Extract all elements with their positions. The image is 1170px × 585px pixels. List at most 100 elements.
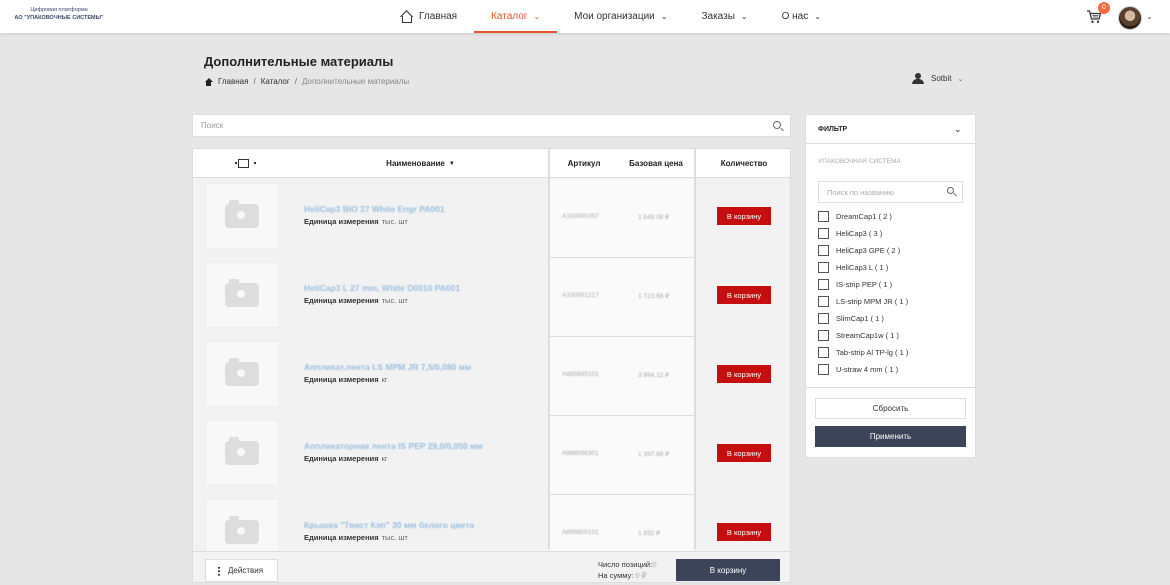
product-name-link[interactable]: Аппликаторная лента IS PEP 29,0/0,050 мм [304,441,483,451]
add-to-cart-button[interactable]: В корзину [717,444,771,462]
product-image[interactable] [205,183,279,249]
product-image[interactable] [205,262,279,328]
user-name: Sotbit [931,74,952,83]
filter-option[interactable]: HeliCap3 L ( 1 ) [818,261,888,274]
filter-option[interactable]: DreamCap1 ( 2 ) [818,210,892,223]
checkbox[interactable] [818,347,829,358]
search-input[interactable] [193,115,753,136]
filter-option[interactable]: HeliCap3 GPE ( 2 ) [818,244,900,257]
checkbox[interactable] [818,296,829,307]
breadcrumb-separator: / [294,77,298,86]
add-to-cart-button[interactable]: В корзину [717,365,771,383]
nav-item-3[interactable]: Заказы ⌄ [684,0,764,33]
cart-count-badge: 0 [1098,2,1110,14]
unit-value: кг [381,375,388,384]
filter-option[interactable]: HeliCap3 ( 3 ) [818,227,882,240]
chevron-down-icon: ⌄ [740,12,748,21]
checkbox[interactable] [818,330,829,341]
unit-label: Единица измерения [304,296,379,305]
column-price-label: Базовая цена [629,159,683,168]
search-icon[interactable] [773,121,781,129]
filter-option[interactable]: StreamCap1w ( 1 ) [818,329,899,342]
avatar[interactable] [1118,6,1142,30]
actions-button[interactable]: Действия [205,559,278,582]
table-row: Аппликат.лента LS MPM JR 7,5/0,080 мм Еди… [193,337,790,416]
checkbox[interactable] [818,279,829,290]
breadcrumb-home[interactable]: Главная [218,77,248,86]
column-header-price: Базовая цена [618,149,694,178]
camera-icon [225,358,259,386]
reset-button[interactable]: Сбросить [815,398,966,419]
unit-label: Единица измерения [304,454,379,463]
nav-item-2[interactable]: Мои организации ⌄ [557,0,684,33]
product-image[interactable] [205,341,279,407]
search-icon[interactable] [947,187,954,194]
filter-option-label: HeliCap3 L ( 1 ) [836,263,889,272]
user-selector[interactable]: Sotbit ⌄ [912,73,963,84]
nav-item-label: О нас [781,11,809,22]
chevron-down-icon: ⌄ [533,12,541,21]
filter-option-label: SlimCap1 ( 1 ) [836,314,884,323]
logo-line-1: Цифровая платформа [30,7,88,13]
expand-column-header[interactable] [193,149,293,178]
product-name-link[interactable]: Крышка "Твист Кэп" 30 мм белого цвета [304,520,474,530]
nav-item-1[interactable]: Каталог ⌄ [474,0,558,33]
breadcrumb: Главная / Каталог / Дополнительные матер… [204,77,414,86]
page-title: Дополнительные материалы [204,54,394,69]
filter-option[interactable]: LS-strip MPM JR ( 1 ) [818,295,908,308]
checkbox[interactable] [818,364,829,375]
filter-option-label: StreamCap1w ( 1 ) [836,331,899,340]
order-summary: Число позиций:0 На сумму: 0 ₽ [598,559,656,581]
chevron-down-icon: ⌄ [660,12,668,21]
product-name-link[interactable]: HeliCap3 L 27 mm, White D0010 PA001 [304,283,460,293]
sum-value: 0 ₽ [635,571,647,580]
checkbox[interactable] [818,245,829,256]
top-bar: Цифровая платформа АО "УПАКОВОЧНЫЕ СИСТЕ… [0,0,1170,33]
add-to-cart-button[interactable]: В корзину [717,523,771,541]
product-unit: Единица измерения тыс. шт [304,296,408,305]
add-to-cart-button[interactable]: В корзину [717,286,771,304]
nav-item-0[interactable]: Главная [383,0,474,33]
unit-label: Единица измерения [304,217,379,226]
table-header: Наименование ▼ Артикул Базовая цена Коли… [193,149,790,178]
nav-item-4[interactable]: О нас ⌄ [765,0,838,33]
product-article: А895800101 [562,529,599,536]
checkbox[interactable] [818,262,829,273]
checkbox[interactable] [818,228,829,239]
apply-button[interactable]: Применить [815,426,966,447]
filter-option[interactable]: U-straw 4 mm ( 1 ) [818,363,898,376]
product-image[interactable] [205,420,279,486]
add-selected-to-cart-button[interactable]: В корзину [676,559,780,581]
camera-icon [225,279,259,307]
column-name-label: Наименование [386,159,445,168]
divider [806,387,977,388]
filter-option[interactable]: Tab-strip Al TP-lg ( 1 ) [818,346,908,359]
chevron-down-icon[interactable]: ⌄ [954,124,962,135]
column-header-name[interactable]: Наименование ▼ [293,149,548,178]
row-info-cell: А885695101 3 984.12 ₽ [550,337,694,416]
filter-option-label: Tab-strip Al TP-lg ( 1 ) [836,348,909,357]
search-box [192,114,791,137]
vertical-dots-icon [218,565,220,576]
product-price: 3 984.12 ₽ [638,372,670,379]
filter-option[interactable]: IS-strip PEP ( 1 ) [818,278,892,291]
chevron-down-icon[interactable]: ⌄ [1146,12,1153,21]
unit-value: тыс. шт [381,296,408,305]
breadcrumb-separator: / [253,77,256,86]
expand-icon[interactable] [234,159,256,168]
filter-option-label: DreamCap1 ( 2 ) [836,212,892,221]
filter-option[interactable]: SlimCap1 ( 1 ) [818,312,884,325]
checkbox[interactable] [818,211,829,222]
filter-search-input[interactable] [819,182,944,203]
user-icon [912,73,924,84]
filter-header[interactable]: ФИЛЬТР ⌄ [806,115,975,144]
column-quantity-label: Количество [720,159,768,168]
checkbox[interactable] [818,313,829,324]
product-name-link[interactable]: Аппликат.лента LS MPM JR 7,5/0,080 мм [304,362,471,372]
camera-icon [225,516,259,544]
logo[interactable]: Цифровая платформа АО "УПАКОВОЧНЫЕ СИСТЕ… [4,6,114,22]
breadcrumb-catalog[interactable]: Каталог [261,77,290,86]
product-name-link[interactable]: HeliCap3 BIO 27 White Engr PA001 [304,204,445,214]
column-header-quantity: Количество [696,149,790,178]
add-to-cart-button[interactable]: В корзину [717,207,771,225]
